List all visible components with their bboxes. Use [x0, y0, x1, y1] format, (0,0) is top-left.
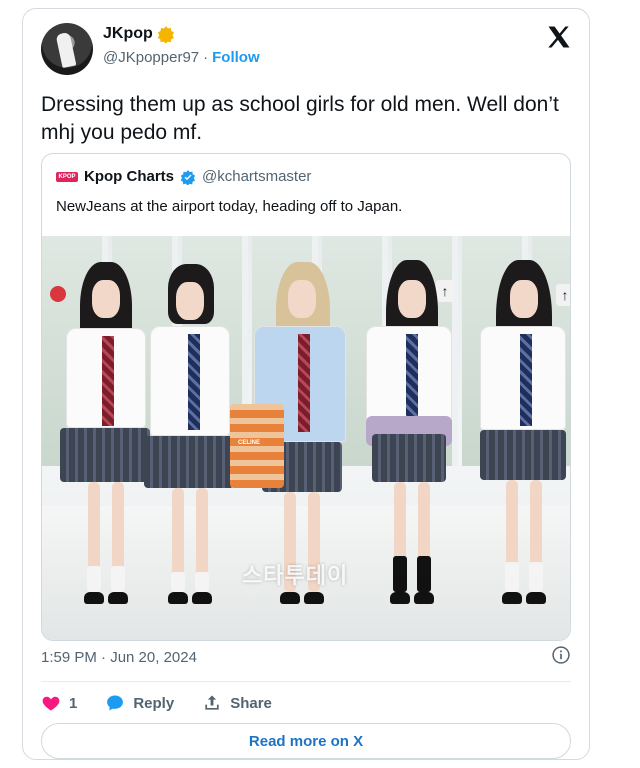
reply-label: Reply: [133, 694, 175, 712]
separator: ·: [203, 49, 209, 66]
photo-watermark: 스타투데이: [242, 563, 349, 588]
kpop-charts-logo: KPOP: [56, 171, 78, 182]
author-handle[interactable]: @JKpopper97: [103, 49, 199, 66]
embedded-tweet-card: JKpop @JKpopper97 · Follow Dressing them…: [22, 8, 590, 760]
person-4: [358, 256, 458, 636]
x-logo-icon[interactable]: [545, 23, 573, 51]
avatar[interactable]: [41, 23, 93, 75]
action-bar: 1 Reply Share: [41, 693, 300, 713]
like-button[interactable]: 1: [41, 693, 77, 713]
like-count: 1: [69, 694, 78, 712]
follow-button[interactable]: Follow: [212, 49, 260, 66]
tote-bag: CELINE: [230, 404, 284, 488]
author-handle-row: @JKpopper97 · Follow: [103, 49, 260, 66]
info-icon[interactable]: [551, 645, 571, 665]
timestamp[interactable]: 1:59 PM · Jun 20, 2024: [41, 649, 197, 666]
quoted-tweet-photo[interactable]: ↑ ↑ CELINE 스타투데이: [42, 236, 570, 640]
person-1: [60, 256, 150, 636]
author-name-row: JKpop: [103, 25, 175, 43]
verified-badge-icon: [180, 169, 196, 185]
quoted-tweet[interactable]: KPOP Kpop Charts @kchartsmaster NewJeans…: [41, 153, 571, 641]
gold-star-badge-icon: [157, 26, 174, 43]
bag-label: CELINE: [238, 440, 261, 446]
tweet-text: Dressing them up as school girls for old…: [41, 93, 559, 144]
author-name[interactable]: JKpop: [103, 25, 153, 43]
share-upload-icon: [205, 695, 219, 710]
reply-bubble-icon: [107, 695, 124, 711]
quoted-tweet-text: NewJeans at the airport today, heading o…: [56, 198, 403, 215]
reply-button[interactable]: Reply: [105, 693, 174, 713]
read-more-button[interactable]: Read more on X: [41, 723, 571, 759]
person-5: [474, 256, 570, 636]
share-label: Share: [230, 694, 272, 712]
quoted-tweet-header: KPOP Kpop Charts @kchartsmaster: [56, 168, 311, 185]
divider: [41, 681, 571, 682]
share-button[interactable]: Share: [202, 693, 272, 713]
quoted-author-name[interactable]: Kpop Charts: [84, 168, 174, 185]
heart-icon: [42, 696, 60, 711]
person-2: [144, 256, 234, 636]
quoted-author-handle[interactable]: @kchartsmaster: [202, 168, 311, 185]
